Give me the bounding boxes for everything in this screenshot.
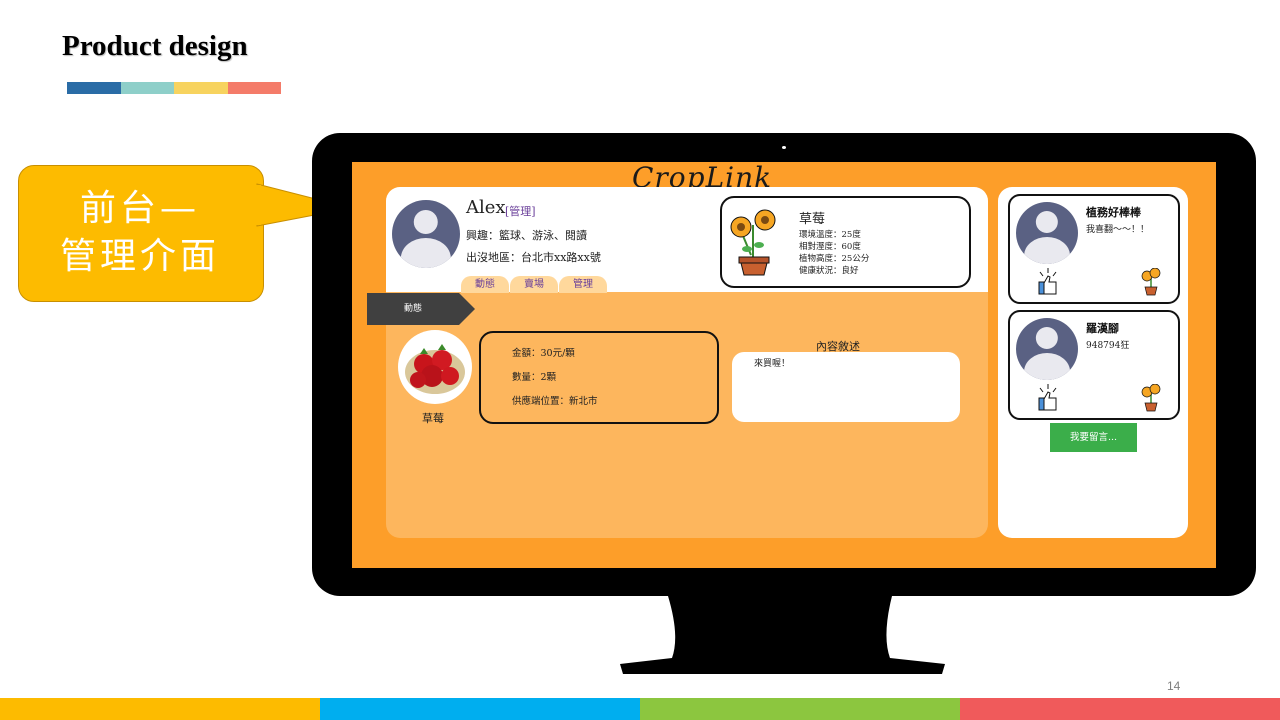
page-number: 14 (1167, 679, 1181, 693)
comment-text: 948794狂 (1086, 341, 1130, 351)
profile-avatar[interactable] (392, 200, 460, 268)
like-thumbs-up-icon[interactable] (1036, 268, 1060, 296)
callout-line-2: 管理介面 (59, 236, 220, 277)
bottom-bar-segment-4 (960, 698, 1280, 720)
like-thumbs-up-icon[interactable] (1036, 384, 1060, 412)
flower-pot-icon (730, 209, 776, 276)
strawberry-product-image[interactable] (398, 330, 472, 404)
slide-title: Product design (62, 30, 248, 62)
title-bar-segment-3 (174, 82, 228, 94)
title-bar-segment-1 (67, 82, 121, 94)
crop-stat-temperature: 環境溫度：25度 (799, 230, 861, 240)
product-price: 金額：30元/顆 (512, 348, 575, 359)
product-supply-location: 供應端位置：新北市 (512, 396, 598, 407)
title-underline-bar (67, 82, 281, 94)
monitor-stand (620, 596, 945, 674)
tab-manage[interactable]: 管理 (559, 276, 607, 293)
description-text: 來買喔！ (754, 359, 791, 369)
title-bar-segment-4 (227, 82, 281, 94)
bottom-bar-segment-3 (640, 698, 960, 720)
callout-line-1: 前台— (79, 188, 200, 229)
user-name: Alex (466, 197, 506, 218)
user-hobbies: 興趣：籃球、游泳、閱讀 (466, 229, 587, 242)
commenter-avatar[interactable] (1016, 318, 1078, 380)
bottom-bar-segment-2 (320, 698, 640, 720)
callout-text: 前台— 管理介面 (18, 185, 262, 281)
monitor-camera (782, 146, 786, 149)
tab-shop[interactable]: 賣場 (510, 276, 558, 293)
bottom-bar-segment-1 (0, 698, 320, 720)
product-quantity: 數量：2顆 (512, 372, 557, 383)
crop-name: 草莓 (799, 212, 826, 227)
comment-text: 我喜翻～～！！ (1086, 225, 1150, 235)
bottom-color-bar (0, 698, 1280, 720)
tab-feed[interactable]: 動態 (461, 276, 509, 293)
flower-pot-small-icon[interactable] (1140, 384, 1162, 412)
flower-pot-small-icon[interactable] (1140, 268, 1162, 296)
leave-message-button[interactable]: 我要留言... (1050, 423, 1137, 452)
comment-author: 植務好棒棒 (1086, 206, 1141, 219)
user-location: 出沒地區：台北市xx路xx號 (466, 251, 601, 264)
commenter-avatar[interactable] (1016, 202, 1078, 264)
product-name-label: 草莓 (422, 412, 444, 425)
title-bar-segment-2 (120, 82, 174, 94)
feed-label-text: 動態 (404, 304, 423, 314)
crop-stat-height: 植物高度：25公分 (799, 254, 870, 264)
crop-stat-health: 健康狀況：良好 (799, 266, 859, 276)
comment-author: 羅漢腳 (1086, 322, 1119, 335)
user-role-tag: [管理] (505, 205, 536, 218)
crop-stat-humidity: 相對溼度：60度 (799, 242, 861, 252)
